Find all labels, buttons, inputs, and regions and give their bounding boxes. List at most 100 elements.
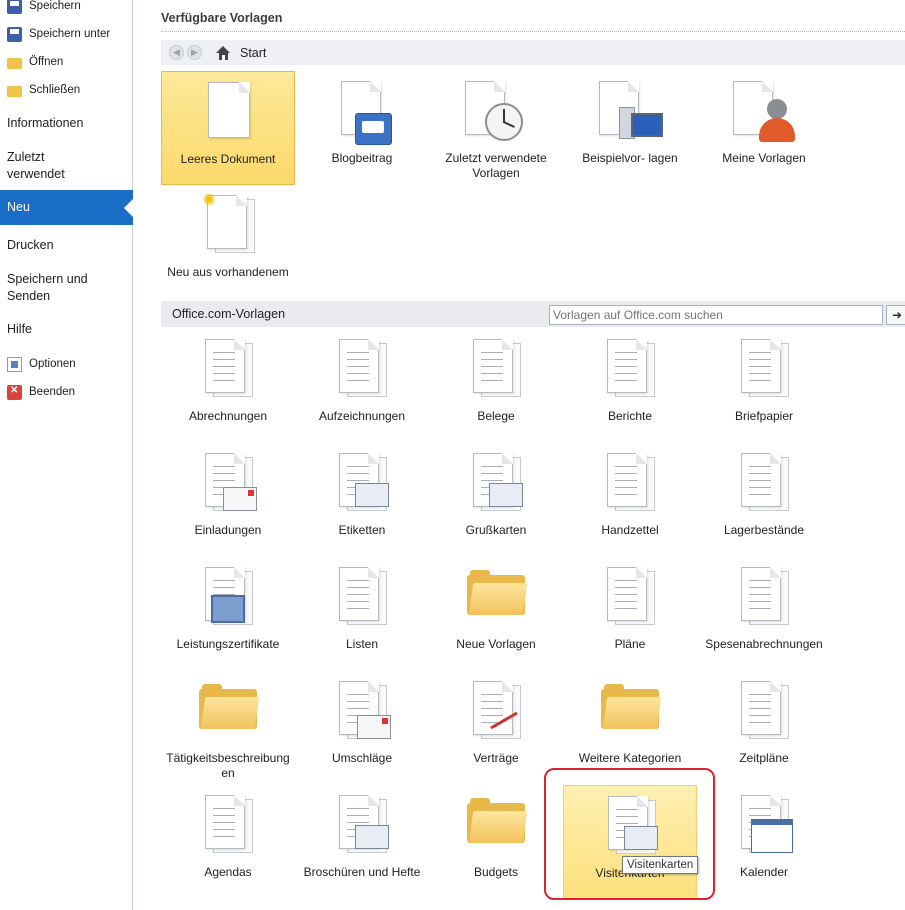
tile-label: Agendas [204,865,252,879]
template-tile-certificates[interactable]: Leistungszertifikate [161,557,295,671]
template-tile-blank-document[interactable]: Leeres Dokument [161,71,295,185]
sidebar-item-label: Speichern unter [29,28,111,40]
template-tile-my-templates[interactable]: Meine Vorlagen [697,71,831,185]
template-tile-lists[interactable]: Listen [295,557,429,671]
template-tile-new-from-existing[interactable]: ✺ Neu aus vorhandenem [161,185,295,299]
template-tile-plans[interactable]: Pläne [563,557,697,671]
tile-label: Pläne [614,637,646,651]
tile-label: Etiketten [338,523,386,537]
sidebar-item-print[interactable]: Drucken [0,237,133,254]
tile-label: Leistungszertifikate [176,637,280,651]
template-tile-inventories[interactable]: Lagerbestände [697,443,831,557]
sidebar-item-options[interactable]: Optionen [0,352,133,376]
tile-label: Neue Vorlagen [456,637,536,651]
tile-label: Verträge [473,751,519,765]
template-tile-brochures[interactable]: Broschüren und Hefte [295,785,429,899]
template-tile-labels[interactable]: Etiketten [295,443,429,557]
tile-label: Leeres Dokument [180,152,276,166]
template-tile-flyers[interactable]: Handzettel [563,443,697,557]
sidebar-item-label: Öffnen [29,56,64,68]
save-icon [7,0,22,14]
exit-icon [7,384,22,400]
template-tile-blog-post[interactable]: Blogbeitrag [295,71,429,185]
template-tile-job-descriptions[interactable]: Tätigkeitsbeschreibung en [161,671,295,785]
template-navigation-bar: ◀ ▶ Start [161,40,905,65]
close-folder-icon [7,86,22,97]
template-tile-invitations[interactable]: Einladungen [161,443,295,557]
sidebar-item-label: Optionen [29,358,76,370]
tile-label: Broschüren und Hefte [303,865,421,879]
tile-label: Berichte [607,409,653,423]
tile-label: Kalender [739,865,789,879]
sidebar-item-exit[interactable]: Beenden [0,380,133,404]
search-go-button[interactable]: ➜ [886,305,905,325]
back-arrow-icon[interactable]: ◀ [169,45,184,60]
tile-label: Spesenabrechnungen [705,637,823,651]
search-row: ➜ [133,301,905,327]
tile-label: Blogbeitrag [331,151,393,165]
template-tile-new-templates[interactable]: Neue Vorlagen [429,557,563,671]
tile-label: Listen [345,637,379,651]
templates-panel: Verfügbare Vorlagen ◀ ▶ Start Leeres Dok… [133,0,905,910]
tile-label: Handzettel [601,523,659,537]
template-tile-contracts[interactable]: Verträge [429,671,563,785]
tile-label: Belege [477,409,515,423]
tile-label: Abrechnungen [188,409,268,423]
sidebar-item-label: Schließen [29,84,81,96]
section-divider [161,31,905,32]
template-tile-sample-templates[interactable]: Beispielvor- lagen [563,71,697,185]
template-tile-receipts[interactable]: Belege [429,329,563,443]
tile-label: Aufzeichnungen [318,409,406,423]
template-tile-expense-reports[interactable]: Spesenabrechnungen [697,557,831,671]
tile-label: Grußkarten [465,523,527,537]
template-tile-calendars[interactable]: Kalender [697,785,831,899]
options-icon [7,356,22,372]
tile-label: Meine Vorlagen [722,151,806,165]
sidebar-item-new[interactable]: Neu [0,190,133,225]
tooltip: Visitenkarten [622,856,699,874]
sidebar-item-save-as[interactable]: Speichern unter [0,22,133,46]
template-tile-schedules[interactable]: Zeitpläne [697,671,831,785]
template-tile-budgets[interactable]: Budgets [429,785,563,899]
template-tile-reports[interactable]: Berichte [563,329,697,443]
tile-label: Tätigkeitsbeschreibung en [166,751,290,780]
tile-label: Zuletzt verwendete Vorlagen [445,151,547,180]
tile-label: Lagerbestände [723,523,805,537]
tile-label: Briefpapier [734,409,794,423]
tile-label: Umschläge [331,751,393,765]
template-tile-records[interactable]: Aufzeichnungen [295,329,429,443]
sidebar-item-open[interactable]: Öffnen [0,50,133,74]
sidebar-item-label: Speichern [29,0,81,12]
breadcrumb[interactable]: Start [240,46,266,60]
backstage-sidebar: Speichern Speichern unter Öffnen Schließ… [0,0,133,910]
tile-label: Beispielvor- lagen [582,151,678,165]
forward-arrow-icon[interactable]: ▶ [187,45,202,60]
template-tile-agendas[interactable]: Agendas [161,785,295,899]
tile-label: Neu aus vorhandenem [167,265,289,279]
sidebar-item-close[interactable]: Schließen [0,78,133,102]
template-search-input[interactable] [549,305,883,325]
sidebar-item-help[interactable]: Hilfe [0,321,133,338]
home-icon[interactable] [216,45,231,60]
template-tile-invoices[interactable]: Abrechnungen [161,329,295,443]
template-tile-envelopes[interactable]: Umschläge [295,671,429,785]
save-as-icon [7,26,22,42]
sidebar-item-save-send[interactable]: Speichern und Senden [0,271,110,305]
blank-document-icon [208,82,250,138]
template-tile-greeting-cards[interactable]: Grußkarten [429,443,563,557]
open-folder-icon [7,58,22,69]
sidebar-item-label: Neu [7,200,30,214]
tile-label: Weitere Kategorien [578,751,682,765]
template-tile-recent-templates[interactable]: Zuletzt verwendete Vorlagen [429,71,563,185]
sidebar-item-label: Beenden [29,386,76,398]
highlight-annotation [544,768,715,900]
tile-label: Einladungen [194,523,262,537]
tile-label: Budgets [473,865,519,879]
backstage-new-view: Speichern Speichern unter Öffnen Schließ… [0,0,905,910]
sidebar-item-save[interactable]: Speichern [0,0,133,18]
tile-label: Zeitpläne [739,751,789,765]
sidebar-item-info[interactable]: Informationen [0,115,133,132]
template-tile-letterhead[interactable]: Briefpapier [697,329,831,443]
available-templates-title: Verfügbare Vorlagen [161,11,283,25]
sidebar-item-recent[interactable]: Zuletzt verwendet [0,149,80,183]
